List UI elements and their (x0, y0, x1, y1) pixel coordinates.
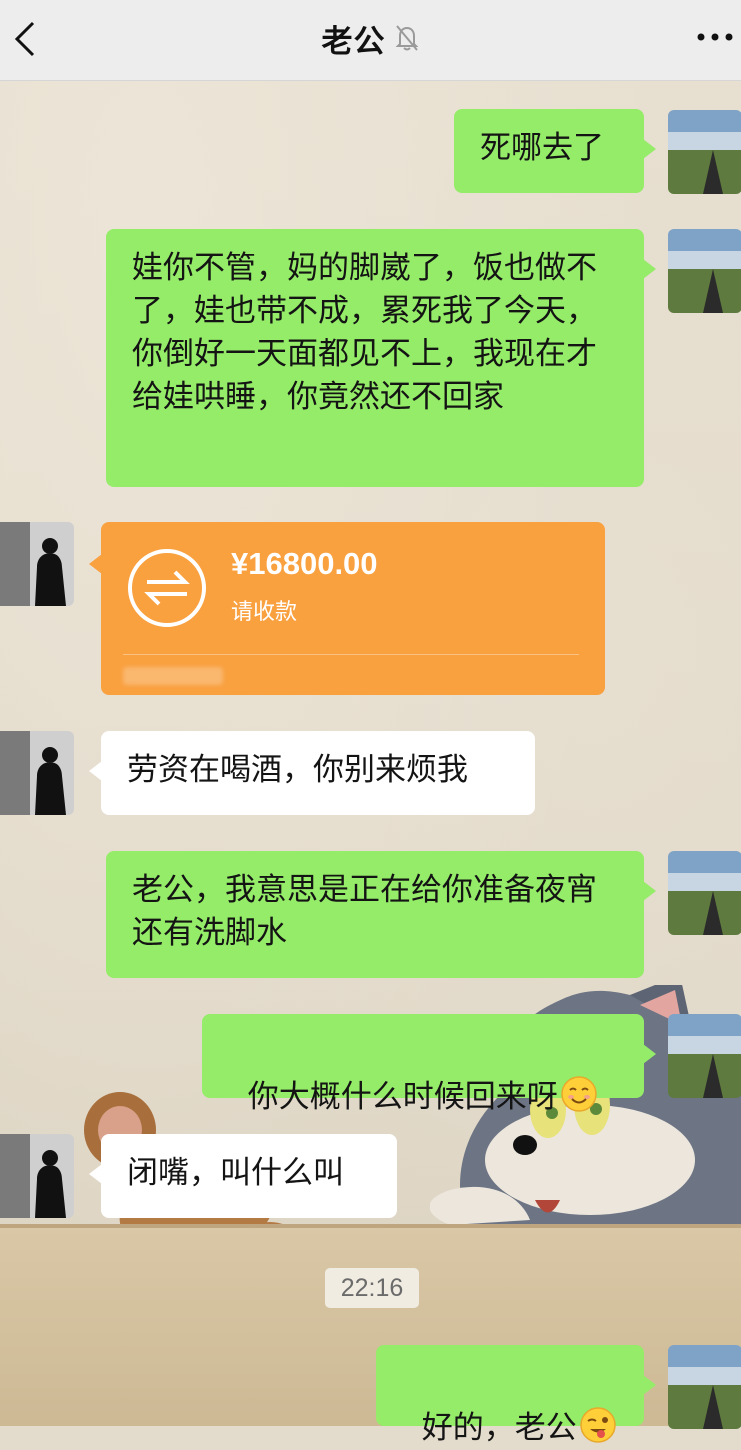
ellipsis-icon (697, 33, 733, 41)
message-text: 好的，老公 (421, 1410, 577, 1446)
bell-off-icon (395, 25, 418, 51)
smiling-face-icon (560, 1076, 597, 1112)
title-group: 老公 (0, 18, 741, 60)
message-bubble-6[interactable]: 你大概什么时候回来呀 (202, 1014, 656, 1115)
more-button[interactable] (695, 22, 735, 52)
transfer-footer (123, 667, 223, 685)
transfer-card[interactable]: ¥16800.00 请收款 (89, 522, 605, 695)
chat-title: 老公 (321, 23, 386, 60)
chat-header: 老公 (0, 0, 741, 81)
transfer-label: 请收款 (231, 600, 298, 625)
transfer-divider (123, 654, 579, 655)
transfer-icon (128, 549, 206, 627)
winking-tongue-face-icon (579, 1407, 616, 1443)
my-avatar[interactable] (668, 229, 741, 313)
transfer-amount: ¥16800.00 (231, 546, 378, 581)
my-avatar[interactable] (668, 1345, 741, 1429)
contact-avatar[interactable] (0, 522, 74, 606)
my-avatar[interactable] (668, 1014, 741, 1098)
contact-avatar[interactable] (0, 731, 74, 815)
message-text: 你大概什么时候回来呀 (247, 1079, 558, 1115)
my-avatar[interactable] (668, 110, 741, 194)
message-bubble-8[interactable]: 好的，老公 (376, 1345, 656, 1446)
timestamp: 22:16 (325, 1268, 419, 1308)
message-bubble-2[interactable]: 娃你不管，妈的脚崴了，饭也做不了，娃也带不成，累死我了今天，你倒好一天面都见不上… (106, 229, 656, 487)
contact-avatar[interactable] (0, 1134, 74, 1218)
message-bubble-5[interactable]: 老公，我意思是正在给你准备夜宵还有洗脚水 (106, 851, 656, 978)
message-bubble-7[interactable]: 闭嘴，叫什么叫 (89, 1134, 397, 1218)
my-avatar[interactable] (668, 851, 741, 935)
message-bubble-4[interactable]: 劳资在喝酒，你别来烦我 (89, 731, 535, 815)
message-bubble-1[interactable]: 死哪去了 (454, 109, 656, 193)
